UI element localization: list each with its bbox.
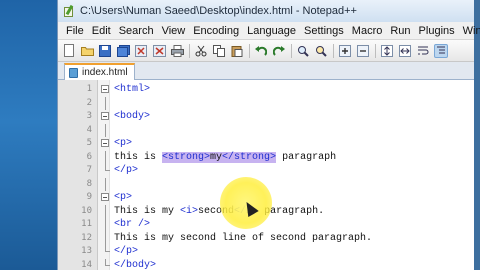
- line-number: 2: [86, 97, 92, 108]
- code-line[interactable]: 7 </p>: [58, 164, 475, 178]
- zoom-out-icon[interactable]: [356, 44, 370, 58]
- line-number: 13: [81, 246, 92, 256]
- toolbar-separator: [189, 43, 190, 58]
- code-line[interactable]: 5 <p>: [58, 137, 475, 151]
- fold-toggle-icon[interactable]: [101, 193, 109, 201]
- new-file-icon[interactable]: [62, 44, 76, 58]
- fold-toggle-icon[interactable]: [101, 112, 109, 120]
- code-line[interactable]: 1 <html>: [58, 83, 475, 97]
- menu-window[interactable]: Window: [459, 25, 480, 37]
- menu-edit[interactable]: Edit: [88, 25, 115, 37]
- desktop-background: [0, 0, 58, 270]
- code-line[interactable]: 11 <br />: [58, 218, 475, 232]
- code-text: This is my second line of second paragra…: [114, 232, 373, 244]
- fold-guide: [105, 204, 106, 218]
- fold-end-guide: [105, 164, 110, 171]
- fold-guide: [105, 218, 106, 232]
- redo-icon[interactable]: [272, 44, 286, 58]
- code-line[interactable]: 6 this is <strong>my</strong> paragraph: [58, 150, 475, 164]
- code-text: </body>: [114, 259, 157, 270]
- notepad-window: C:\Users\Numan Saeed\Desktop\index.html …: [57, 0, 480, 270]
- fold-guide: [105, 96, 106, 110]
- tab-bar: index.html: [58, 62, 474, 80]
- code-editor[interactable]: 1 <html> 2 3 <body> 4 5 <p> 6 this is <strong>my<…: [58, 80, 474, 270]
- title-bar[interactable]: C:\Users\Numan Saeed\Desktop\index.html …: [58, 0, 474, 22]
- open-file-icon[interactable]: [80, 44, 94, 58]
- menu-language[interactable]: Language: [243, 25, 300, 37]
- line-number: 3: [86, 111, 92, 121]
- replace-icon[interactable]: [314, 44, 328, 58]
- toolbar: [58, 40, 474, 62]
- sync-v-icon[interactable]: [380, 44, 394, 58]
- toolbar-separator: [291, 43, 292, 58]
- fold-guide: [105, 231, 106, 245]
- copy-icon[interactable]: [212, 44, 226, 58]
- menu-bar: File Edit Search View Encoding Language …: [58, 22, 480, 40]
- toolbar-separator: [333, 43, 334, 58]
- file-icon: [69, 67, 78, 78]
- code-line[interactable]: 4: [58, 123, 475, 137]
- print-icon[interactable]: [170, 44, 184, 58]
- code-line[interactable]: 3 <body>: [58, 110, 475, 124]
- code-line[interactable]: 14 </body>: [58, 258, 475, 270]
- line-number: 12: [81, 232, 92, 243]
- code-text: <p>: [114, 138, 133, 149]
- menu-plugins[interactable]: Plugins: [415, 25, 459, 37]
- menu-search[interactable]: Search: [115, 25, 158, 37]
- code-text: </p>: [114, 165, 139, 176]
- tab-index-html[interactable]: index.html: [64, 63, 135, 80]
- code-text: <p>: [114, 192, 133, 203]
- menu-encoding[interactable]: Encoding: [189, 25, 243, 37]
- line-number: 8: [86, 178, 92, 189]
- notepadpp-icon: [63, 4, 75, 17]
- indent-guide-icon[interactable]: [434, 43, 448, 58]
- menu-view[interactable]: View: [158, 25, 190, 37]
- line-number: 1: [86, 84, 92, 94]
- paste-icon[interactable]: [230, 44, 244, 58]
- code-text: This is my <i>second</i> paragraph.: [114, 205, 325, 217]
- code-text: <html>: [114, 84, 151, 95]
- fold-end-guide: [105, 258, 110, 266]
- code-text: this is <strong>my</strong> paragraph: [114, 151, 337, 163]
- line-number: 4: [86, 124, 92, 135]
- fold-end-guide: [105, 245, 110, 252]
- toolbar-separator: [249, 43, 250, 58]
- line-number: 5: [86, 138, 92, 148]
- menu-macro[interactable]: Macro: [348, 25, 387, 37]
- line-number: 10: [81, 205, 92, 216]
- fold-toggle-icon[interactable]: [101, 139, 109, 147]
- menu-settings[interactable]: Settings: [300, 25, 348, 37]
- code-text: </p>: [114, 246, 139, 257]
- window-title: C:\Users\Numan Saeed\Desktop\index.html …: [80, 5, 357, 17]
- cut-icon[interactable]: [194, 44, 208, 58]
- fold-guide: [105, 123, 106, 137]
- code-line[interactable]: 12 This is my second line of second parag…: [58, 231, 475, 245]
- fold-guide: [105, 150, 106, 164]
- fold-toggle-icon[interactable]: [101, 85, 109, 93]
- menu-run[interactable]: Run: [386, 25, 414, 37]
- code-text: <br />: [114, 219, 151, 230]
- menu-file[interactable]: File: [58, 25, 88, 37]
- code-line[interactable]: 13 </p>: [58, 245, 475, 259]
- find-icon[interactable]: [296, 44, 310, 58]
- save-icon[interactable]: [98, 44, 112, 58]
- close-icon[interactable]: [134, 44, 148, 58]
- line-number: 14: [81, 259, 92, 270]
- code-line[interactable]: 2: [58, 96, 475, 110]
- toolbar-separator: [375, 43, 376, 58]
- fold-guide: [105, 177, 106, 191]
- sync-h-icon[interactable]: [398, 44, 412, 58]
- line-number: 9: [86, 192, 92, 202]
- code-text: <body>: [114, 111, 151, 122]
- undo-icon[interactable]: [254, 44, 268, 58]
- line-number: 6: [86, 151, 92, 162]
- wrap-icon[interactable]: [416, 44, 430, 58]
- zoom-in-icon[interactable]: [338, 44, 352, 58]
- tab-label: index.html: [82, 67, 128, 78]
- line-number: 11: [81, 219, 92, 229]
- save-all-icon[interactable]: [116, 44, 130, 58]
- close-all-icon[interactable]: [152, 44, 166, 58]
- line-number: 7: [86, 165, 92, 175]
